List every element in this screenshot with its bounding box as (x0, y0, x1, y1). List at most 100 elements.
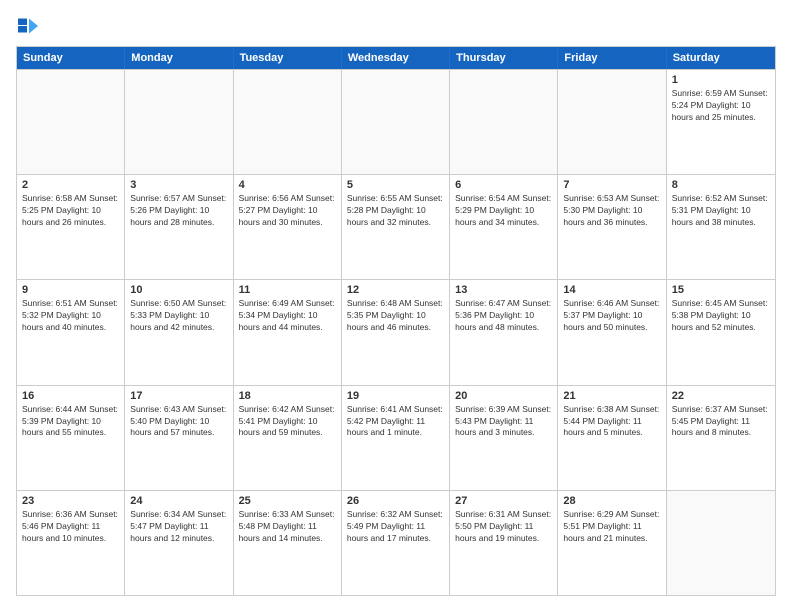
day-number: 3 (130, 179, 227, 191)
cell-info: Sunrise: 6:29 AM Sunset: 5:51 PM Dayligh… (563, 509, 660, 545)
calendar-week-4: 16 Sunrise: 6:44 AM Sunset: 5:39 PM Dayli… (17, 385, 775, 490)
cell-info: Sunrise: 6:54 AM Sunset: 5:29 PM Dayligh… (455, 193, 552, 229)
calendar-week-2: 2Sunrise: 6:58 AM Sunset: 5:25 PM Daylig… (17, 174, 775, 279)
day-number: 19 (347, 390, 444, 402)
calendar-header: SundayMondayTuesdayWednesdayThursdayFrid… (17, 47, 775, 69)
calendar-cell-empty-0-4 (450, 70, 558, 174)
calendar-cell-1: 1 Sunrise: 6:59 AM Sunset: 5:24 PM Daylig… (667, 70, 775, 174)
day-number: 14 (563, 284, 660, 296)
cell-info: Sunrise: 6:51 AM Sunset: 5:32 PM Dayligh… (22, 298, 119, 334)
day-number: 6 (455, 179, 552, 191)
cell-info: Sunrise: 6:37 AM Sunset: 5:45 PM Dayligh… (672, 404, 770, 440)
day-number: 18 (239, 390, 336, 402)
day-number: 20 (455, 390, 552, 402)
calendar-page: SundayMondayTuesdayWednesdayThursdayFrid… (0, 0, 792, 612)
day-number: 10 (130, 284, 227, 296)
cell-info: Sunrise: 6:52 AM Sunset: 5:31 PM Dayligh… (672, 193, 770, 229)
day-number: 1 (672, 74, 770, 86)
day-number: 11 (239, 284, 336, 296)
calendar-cell-25: 25Sunrise: 6:33 AM Sunset: 5:48 PM Dayli… (234, 491, 342, 595)
day-of-week-tuesday: Tuesday (234, 47, 342, 69)
cell-info: Sunrise: 6:59 AM Sunset: 5:24 PM Dayligh… (672, 88, 770, 124)
calendar-cell-empty-0-0 (17, 70, 125, 174)
day-of-week-friday: Friday (558, 47, 666, 69)
calendar-cell-empty-0-3 (342, 70, 450, 174)
calendar-cell-7: 7 Sunrise: 6:53 AM Sunset: 5:30 PM Daylig… (558, 175, 666, 279)
cell-info: Sunrise: 6:34 AM Sunset: 5:47 PM Dayligh… (130, 509, 227, 545)
day-number: 17 (130, 390, 227, 402)
day-number: 15 (672, 284, 770, 296)
cell-info: Sunrise: 6:48 AM Sunset: 5:35 PM Dayligh… (347, 298, 444, 334)
cell-info: Sunrise: 6:57 AM Sunset: 5:26 PM Dayligh… (130, 193, 227, 229)
day-number: 28 (563, 495, 660, 507)
day-number: 23 (22, 495, 119, 507)
calendar-cell-5: 5 Sunrise: 6:55 AM Sunset: 5:28 PM Daylig… (342, 175, 450, 279)
calendar-cell-22: 22 Sunrise: 6:37 AM Sunset: 5:45 PM Dayli… (667, 386, 775, 490)
logo (16, 16, 42, 36)
cell-info: Sunrise: 6:41 AM Sunset: 5:42 PM Dayligh… (347, 404, 444, 440)
cell-info: Sunrise: 6:46 AM Sunset: 5:37 PM Dayligh… (563, 298, 660, 334)
day-number: 27 (455, 495, 552, 507)
cell-info: Sunrise: 6:45 AM Sunset: 5:38 PM Dayligh… (672, 298, 770, 334)
calendar-cell-empty-0-5 (558, 70, 666, 174)
day-number: 24 (130, 495, 227, 507)
calendar-cell-empty-0-2 (234, 70, 342, 174)
calendar-week-1: 1 Sunrise: 6:59 AM Sunset: 5:24 PM Daylig… (17, 69, 775, 174)
cell-info: Sunrise: 6:32 AM Sunset: 5:49 PM Dayligh… (347, 509, 444, 545)
calendar-cell-19: 19 Sunrise: 6:41 AM Sunset: 5:42 PM Dayli… (342, 386, 450, 490)
day-of-week-saturday: Saturday (667, 47, 775, 69)
day-number: 4 (239, 179, 336, 191)
day-number: 13 (455, 284, 552, 296)
cell-info: Sunrise: 6:50 AM Sunset: 5:33 PM Dayligh… (130, 298, 227, 334)
calendar-cell-empty-4-6 (667, 491, 775, 595)
calendar-cell-3: 3 Sunrise: 6:57 AM Sunset: 5:26 PM Daylig… (125, 175, 233, 279)
calendar-cell-20: 20 Sunrise: 6:39 AM Sunset: 5:43 PM Dayli… (450, 386, 558, 490)
calendar-cell-27: 27Sunrise: 6:31 AM Sunset: 5:50 PM Dayli… (450, 491, 558, 595)
calendar-cell-18: 18 Sunrise: 6:42 AM Sunset: 5:41 PM Dayli… (234, 386, 342, 490)
cell-info: Sunrise: 6:47 AM Sunset: 5:36 PM Dayligh… (455, 298, 552, 334)
calendar-cell-9: 9Sunrise: 6:51 AM Sunset: 5:32 PM Daylig… (17, 280, 125, 384)
calendar-cell-8: 8Sunrise: 6:52 AM Sunset: 5:31 PM Daylig… (667, 175, 775, 279)
calendar-cell-13: 13 Sunrise: 6:47 AM Sunset: 5:36 PM Dayli… (450, 280, 558, 384)
cell-info: Sunrise: 6:36 AM Sunset: 5:46 PM Dayligh… (22, 509, 119, 545)
calendar-cell-14: 14 Sunrise: 6:46 AM Sunset: 5:37 PM Dayli… (558, 280, 666, 384)
cell-info: Sunrise: 6:42 AM Sunset: 5:41 PM Dayligh… (239, 404, 336, 440)
calendar-cell-10: 10 Sunrise: 6:50 AM Sunset: 5:33 PM Dayli… (125, 280, 233, 384)
day-number: 7 (563, 179, 660, 191)
day-number: 5 (347, 179, 444, 191)
day-number: 16 (22, 390, 119, 402)
calendar-cell-15: 15 Sunrise: 6:45 AM Sunset: 5:38 PM Dayli… (667, 280, 775, 384)
day-of-week-sunday: Sunday (17, 47, 125, 69)
calendar-cell-21: 21 Sunrise: 6:38 AM Sunset: 5:44 PM Dayli… (558, 386, 666, 490)
calendar-cell-2: 2Sunrise: 6:58 AM Sunset: 5:25 PM Daylig… (17, 175, 125, 279)
cell-info: Sunrise: 6:39 AM Sunset: 5:43 PM Dayligh… (455, 404, 552, 440)
cell-info: Sunrise: 6:49 AM Sunset: 5:34 PM Dayligh… (239, 298, 336, 334)
calendar-cell-23: 23 Sunrise: 6:36 AM Sunset: 5:46 PM Dayli… (17, 491, 125, 595)
day-number: 12 (347, 284, 444, 296)
cell-info: Sunrise: 6:53 AM Sunset: 5:30 PM Dayligh… (563, 193, 660, 229)
calendar: SundayMondayTuesdayWednesdayThursdayFrid… (16, 46, 776, 596)
calendar-cell-6: 6 Sunrise: 6:54 AM Sunset: 5:29 PM Daylig… (450, 175, 558, 279)
day-number: 2 (22, 179, 119, 191)
day-number: 21 (563, 390, 660, 402)
calendar-week-5: 23 Sunrise: 6:36 AM Sunset: 5:46 PM Dayli… (17, 490, 775, 595)
calendar-week-3: 9Sunrise: 6:51 AM Sunset: 5:32 PM Daylig… (17, 279, 775, 384)
calendar-cell-empty-0-1 (125, 70, 233, 174)
calendar-body: 1 Sunrise: 6:59 AM Sunset: 5:24 PM Daylig… (17, 69, 775, 595)
calendar-cell-4: 4Sunrise: 6:56 AM Sunset: 5:27 PM Daylig… (234, 175, 342, 279)
day-number: 22 (672, 390, 770, 402)
cell-info: Sunrise: 6:55 AM Sunset: 5:28 PM Dayligh… (347, 193, 444, 229)
calendar-cell-26: 26 Sunrise: 6:32 AM Sunset: 5:49 PM Dayli… (342, 491, 450, 595)
cell-info: Sunrise: 6:44 AM Sunset: 5:39 PM Dayligh… (22, 404, 119, 440)
calendar-cell-17: 17Sunrise: 6:43 AM Sunset: 5:40 PM Dayli… (125, 386, 233, 490)
logo-icon (18, 16, 38, 36)
calendar-cell-11: 11 Sunrise: 6:49 AM Sunset: 5:34 PM Dayli… (234, 280, 342, 384)
day-number: 26 (347, 495, 444, 507)
calendar-cell-24: 24 Sunrise: 6:34 AM Sunset: 5:47 PM Dayli… (125, 491, 233, 595)
calendar-cell-28: 28 Sunrise: 6:29 AM Sunset: 5:51 PM Dayli… (558, 491, 666, 595)
cell-info: Sunrise: 6:38 AM Sunset: 5:44 PM Dayligh… (563, 404, 660, 440)
cell-info: Sunrise: 6:33 AM Sunset: 5:48 PM Dayligh… (239, 509, 336, 545)
day-of-week-monday: Monday (125, 47, 233, 69)
page-header (16, 16, 776, 36)
day-of-week-thursday: Thursday (450, 47, 558, 69)
